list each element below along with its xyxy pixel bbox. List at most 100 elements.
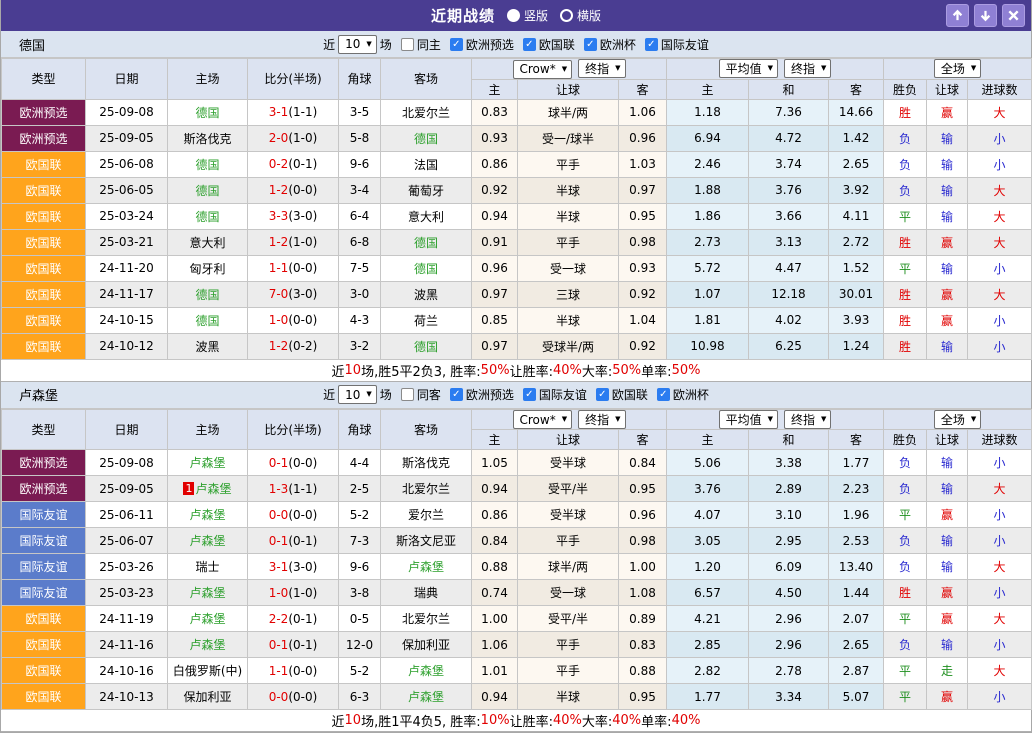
league-filter-checkbox[interactable]: ✓ — [450, 388, 463, 401]
league-badge: 欧国联 — [2, 684, 86, 710]
match-row: 欧国联25-06-05德国1-2(0-0)3-4葡萄牙0.92半球0.971.8… — [2, 177, 1032, 203]
same-venue-checkbox[interactable] — [401, 388, 414, 401]
avg-home-odds: 2.73 — [667, 229, 749, 255]
match-count-select[interactable]: 10▼ — [338, 35, 377, 54]
league-filter-checkbox[interactable]: ✓ — [584, 38, 597, 51]
league-filter-checkbox[interactable]: ✓ — [657, 388, 670, 401]
scroll-up-button[interactable] — [946, 4, 969, 27]
corner-stats: 3-2 — [339, 333, 381, 359]
avg-stage-select[interactable]: 终指▼ — [784, 410, 831, 429]
asian-handicap-outcome: 赢 — [927, 580, 968, 606]
league-filter-checkbox[interactable]: ✓ — [596, 388, 609, 401]
summary-part: 10 — [345, 713, 362, 728]
sub-header-avg-draw: 和 — [749, 430, 829, 450]
col-header-date: 日期 — [86, 59, 168, 100]
avg-home-odds: 6.94 — [667, 125, 749, 151]
scroll-down-button[interactable] — [974, 4, 997, 27]
scope-select[interactable]: 全场▼ — [934, 59, 981, 78]
match-date: 24-10-13 — [86, 684, 168, 710]
full-score: 1-2 — [269, 235, 289, 249]
bookmaker-select[interactable]: Crow*▼ — [513, 410, 573, 429]
league-filter-checkbox[interactable]: ✓ — [645, 38, 658, 51]
avg-draw-odds: 2.89 — [749, 476, 829, 502]
avg-home-odds: 3.05 — [667, 528, 749, 554]
half-score: (0-0) — [288, 313, 317, 327]
scope-select[interactable]: 全场▼ — [934, 410, 981, 429]
avg-draw-odds: 3.74 — [749, 151, 829, 177]
league-filter-checkbox[interactable]: ✓ — [450, 38, 463, 51]
home-team: 斯洛伐克 — [168, 125, 248, 151]
arrow-up-icon — [951, 9, 964, 22]
col-header-score: 比分(半场) — [248, 409, 339, 450]
avg-away-odds: 2.72 — [829, 229, 884, 255]
home-odds: 1.06 — [472, 632, 518, 658]
corner-stats: 3-8 — [339, 580, 381, 606]
home-odds: 0.97 — [472, 333, 518, 359]
match-row: 国际友谊25-06-11卢森堡0-0(0-0)5-2爱尔兰0.86受半球0.96… — [2, 502, 1032, 528]
goals-outcome: 小 — [968, 307, 1032, 333]
odds-stage-select[interactable]: 终指▼ — [578, 59, 625, 78]
goals-outcome: 小 — [968, 255, 1032, 281]
recent-results-window: 近期战绩 竖版 横版 德国近10▼场同主✓欧洲预选✓欧国联✓欧洲杯✓国际友谊类型… — [0, 0, 1032, 733]
avg-draw-odds: 4.72 — [749, 125, 829, 151]
avg-draw-odds: 6.09 — [749, 554, 829, 580]
summary-part: 50% — [481, 363, 510, 378]
scope-group: 全场▼ — [884, 409, 1032, 430]
avg-home-odds: 4.07 — [667, 502, 749, 528]
filter-controls: 近10▼场同客✓欧洲预选✓国际友谊✓欧国联✓欧洲杯 — [323, 385, 709, 404]
league-filter-checkbox[interactable]: ✓ — [523, 38, 536, 51]
layout-radio-vertical[interactable]: 竖版 — [507, 7, 548, 24]
sub-header-handicap: 让球 — [518, 430, 619, 450]
radio-horizontal-label: 横版 — [577, 7, 601, 24]
handicap-line: 平手 — [518, 229, 619, 255]
home-team: 卢森堡 — [168, 450, 248, 476]
away-team: 葡萄牙 — [381, 177, 472, 203]
corner-stats: 2-5 — [339, 476, 381, 502]
match-score: 1-2(0-0) — [248, 177, 339, 203]
home-team: 德国 — [168, 177, 248, 203]
league-filter-checkbox[interactable]: ✓ — [523, 388, 536, 401]
average-select[interactable]: 平均值▼ — [719, 59, 778, 78]
away-team: 意大利 — [381, 203, 472, 229]
average-select[interactable]: 平均值▼ — [719, 410, 778, 429]
home-odds: 0.85 — [472, 307, 518, 333]
away-team-name: 斯洛文尼亚 — [396, 534, 456, 548]
avg-draw-odds: 2.96 — [749, 632, 829, 658]
goals-outcome: 大 — [968, 606, 1032, 632]
home-team: 德国 — [168, 151, 248, 177]
bookmaker-select[interactable]: Crow*▼ — [513, 60, 573, 79]
away-odds: 1.03 — [619, 151, 667, 177]
half-score: (3-0) — [288, 209, 317, 223]
league-badge: 欧国联 — [2, 658, 86, 684]
match-score: 1-1(0-0) — [248, 255, 339, 281]
away-odds: 0.93 — [619, 255, 667, 281]
chevron-down-icon: ▼ — [366, 41, 371, 48]
result-outcome: 负 — [884, 632, 927, 658]
avg-stage-select[interactable]: 终指▼ — [784, 59, 831, 78]
odds-stage-select[interactable]: 终指▼ — [578, 410, 625, 429]
full-score: 0-0 — [269, 508, 289, 522]
home-odds: 0.94 — [472, 684, 518, 710]
same-venue-checkbox[interactable] — [401, 38, 414, 51]
home-odds: 0.94 — [472, 203, 518, 229]
results-table: 类型日期主场比分(半场)角球客场Crow*▼终指▼平均值▼终指▼全场▼主让球客主… — [1, 58, 1032, 360]
home-team: 卢森堡 — [168, 528, 248, 554]
league-filter-label: 欧洲预选 — [466, 386, 514, 403]
full-score: 3-3 — [269, 209, 289, 223]
match-count-select[interactable]: 10▼ — [338, 385, 377, 404]
home-team-name: 保加利亚 — [183, 690, 231, 704]
goals-outcome: 大 — [968, 177, 1032, 203]
close-button[interactable] — [1002, 4, 1025, 27]
handicap-line: 受一球 — [518, 255, 619, 281]
league-badge: 欧国联 — [2, 229, 86, 255]
summary-part: 大率: — [582, 711, 612, 730]
window-title: 近期战绩 — [431, 5, 495, 26]
avg-draw-odds: 2.96 — [749, 606, 829, 632]
summary-part: 让胜率: — [510, 361, 553, 380]
match-row: 欧国联24-10-12波黑1-2(0-2)3-2德国0.97受球半/两0.921… — [2, 333, 1032, 359]
away-team-name: 北爱尔兰 — [402, 482, 450, 496]
layout-radio-horizontal[interactable]: 横版 — [560, 7, 601, 24]
full-score: 0-0 — [269, 690, 289, 704]
match-row: 欧国联24-11-20匈牙利1-1(0-0)7-5德国0.96受一球0.935.… — [2, 255, 1032, 281]
half-score: (1-0) — [288, 586, 317, 600]
